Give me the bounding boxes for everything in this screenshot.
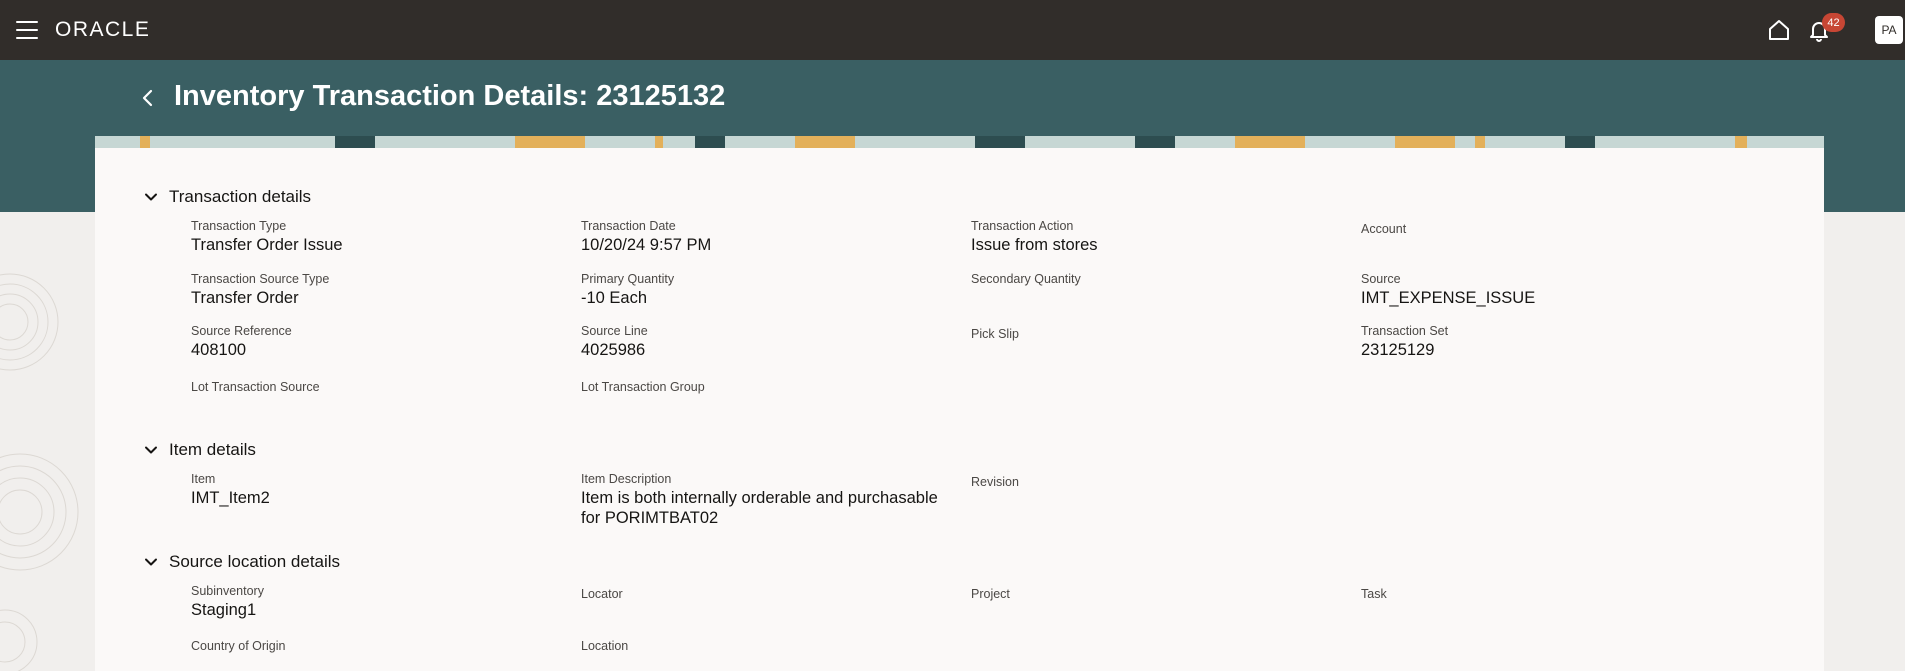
item-description-field: Item Description Item is both internally… — [581, 472, 951, 528]
field-label: Task — [1361, 587, 1387, 601]
field-label: Item — [191, 472, 216, 486]
primary-quantity-field: Primary Quantity -10 Each — [581, 272, 961, 308]
field-value: Transfer Order — [191, 289, 299, 307]
field-label: Secondary Quantity — [971, 272, 1081, 286]
country-of-origin-field: Country of Origin — [191, 639, 571, 654]
field-value: 23125129 — [1361, 341, 1435, 359]
field-label: Transaction Source Type — [191, 272, 330, 286]
user-avatar[interactable]: PA — [1875, 16, 1903, 44]
field-label: Source Line — [581, 324, 648, 338]
location-field: Location — [581, 639, 961, 654]
field-value: -10 Each — [581, 289, 648, 307]
item-field: Item IMT_Item2 — [191, 472, 571, 508]
pick-slip-field: Pick Slip — [971, 324, 1351, 342]
locator-field: Locator — [581, 584, 961, 602]
field-value: 408100 — [191, 341, 247, 359]
subinventory-field: Subinventory Staging1 — [191, 584, 571, 620]
decorative-banner-strip — [95, 136, 1824, 148]
source-location-details-section-header[interactable]: Source location details — [143, 552, 340, 572]
field-value: Staging1 — [191, 601, 257, 619]
field-label: Source — [1361, 272, 1401, 286]
source-field: Source IMT_EXPENSE_ISSUE — [1361, 272, 1741, 308]
field-label: Transaction Set — [1361, 324, 1449, 338]
project-field: Project — [971, 584, 1351, 602]
field-label: Primary Quantity — [581, 272, 675, 286]
transaction-set-field: Transaction Set 23125129 — [1361, 324, 1741, 360]
secondary-quantity-field: Secondary Quantity — [971, 272, 1351, 287]
field-label: Lot Transaction Source — [191, 380, 320, 394]
field-value: Item is both internally orderable and pu… — [581, 489, 938, 527]
field-value: 4025986 — [581, 341, 646, 359]
source-line-field: Source Line 4025986 — [581, 324, 961, 360]
chevron-down-icon — [145, 558, 157, 566]
field-label: Locator — [581, 587, 623, 601]
section-title: Source location details — [169, 552, 341, 571]
chevron-down-icon — [145, 446, 157, 454]
lot-transaction-source-field: Lot Transaction Source — [191, 380, 571, 395]
field-label: Pick Slip — [971, 327, 1019, 341]
back-arrow-icon[interactable] — [136, 86, 160, 110]
field-value: Issue from stores — [971, 236, 1098, 254]
page-title: Inventory Transaction Details: 23125132 — [174, 80, 726, 112]
field-label: Item Description — [581, 472, 672, 486]
field-label: Revision — [971, 475, 1019, 489]
revision-field: Revision — [971, 472, 1351, 490]
notification-count-badge[interactable]: 42 — [1822, 13, 1845, 32]
field-value: 10/20/24 9:57 PM — [581, 236, 712, 254]
field-label: Country of Origin — [191, 639, 286, 653]
field-value: IMT_Item2 — [191, 489, 270, 507]
transaction-type-field: Transaction Type Transfer Order Issue — [191, 219, 571, 255]
field-label: Source Reference — [191, 324, 292, 338]
oracle-logo[interactable]: ORACLE — [55, 18, 150, 42]
field-value: IMT_EXPENSE_ISSUE — [1361, 289, 1536, 307]
field-label: Account — [1361, 222, 1407, 236]
menu-icon[interactable] — [16, 21, 38, 39]
field-label: Transaction Action — [971, 219, 1074, 233]
transaction-details-section-header[interactable]: Transaction details — [143, 187, 311, 207]
field-label: Lot Transaction Group — [581, 380, 705, 394]
field-label: Subinventory — [191, 584, 264, 598]
home-icon[interactable] — [1765, 16, 1793, 44]
details-card: Transaction details Transaction Type Tra… — [95, 136, 1824, 671]
transaction-source-type-field: Transaction Source Type Transfer Order — [191, 272, 571, 308]
top-navigation-bar: ORACLE 42 PA — [0, 0, 1905, 60]
section-title: Transaction details — [169, 187, 312, 206]
background-pattern — [0, 212, 95, 671]
transaction-date-field: Transaction Date 10/20/24 9:57 PM — [581, 219, 961, 255]
section-title: Item details — [169, 440, 256, 459]
task-field: Task — [1361, 584, 1741, 602]
transaction-action-field: Transaction Action Issue from stores — [971, 219, 1351, 255]
account-field: Account — [1361, 219, 1741, 237]
field-label: Transaction Date — [581, 219, 676, 233]
item-details-section-header[interactable]: Item details — [143, 440, 256, 460]
source-reference-field: Source Reference 408100 — [191, 324, 571, 360]
lot-transaction-group-field: Lot Transaction Group — [581, 380, 961, 395]
chevron-down-icon — [145, 193, 157, 201]
field-label: Transaction Type — [191, 219, 287, 233]
field-value: Transfer Order Issue — [191, 236, 343, 254]
field-label: Project — [971, 587, 1010, 601]
field-label: Location — [581, 639, 629, 653]
